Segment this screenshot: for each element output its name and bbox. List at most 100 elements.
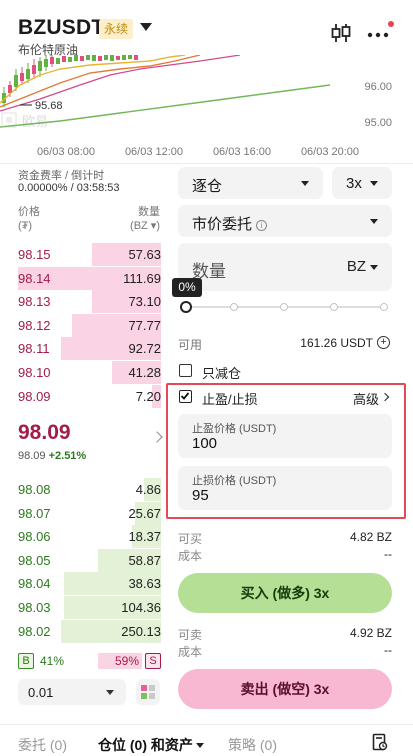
sell-badge: S: [145, 653, 161, 669]
ask-row[interactable]: 98.14 111.69: [18, 266, 161, 290]
slider-node[interactable]: [230, 303, 238, 311]
cost-label: 成本: [178, 645, 203, 659]
price-axis-label: 96.00: [364, 81, 392, 93]
price-axis-label: 95.00: [364, 117, 392, 129]
candlestick-chart-icon[interactable]: [330, 22, 352, 44]
slider-node[interactable]: [280, 303, 288, 311]
tpsl-label[interactable]: 止盈/止损: [202, 389, 258, 408]
ask-row[interactable]: 98.09 7.20: [18, 384, 161, 408]
price-chart[interactable]: 95.68 欧易 96.00 95.00 06/03 08:00 06/03 1…: [0, 55, 413, 163]
ask-quantity: 7.20: [135, 388, 161, 404]
slider-percent-tooltip: 0%: [172, 278, 202, 297]
bid-row[interactable]: 98.03 104.36: [18, 596, 161, 619]
funding-rate-value: 0.00000% / 03:58:53: [18, 182, 120, 194]
order-history-icon[interactable]: [372, 733, 388, 751]
divider: [0, 724, 413, 725]
tab-orders[interactable]: 委托 (0): [18, 735, 67, 755]
slider-node[interactable]: [380, 303, 388, 311]
bid-quantity: 25.67: [128, 505, 161, 521]
can-sell-value: 4.92 BZ: [349, 626, 392, 640]
advanced-link[interactable]: 高级: [353, 389, 379, 408]
available-value: 161.26 USDT: [300, 336, 373, 350]
buy-sell-ratio: B 41% 59% S: [18, 653, 161, 671]
price-change: +2.51%: [48, 450, 87, 462]
ask-row[interactable]: 98.11 92.72: [18, 337, 161, 361]
orderbook-layout-icon[interactable]: [136, 679, 160, 705]
cost-value: --: [384, 547, 392, 561]
caret-down-icon: [195, 743, 204, 748]
ask-price: 98.10: [18, 365, 51, 380]
time-axis-label: 06/03 20:00: [301, 146, 359, 158]
stop-loss-input[interactable]: 止损价格 (USDT) 95: [178, 466, 392, 510]
bid-row[interactable]: 98.02 250.13: [18, 619, 161, 643]
perpetual-badge: 永续: [99, 19, 134, 39]
bid-row[interactable]: 98.05 58.87: [18, 548, 161, 572]
stop-loss-value[interactable]: 95: [192, 487, 209, 504]
exchange-watermark: 欧易: [1, 112, 48, 129]
notification-dot: [388, 21, 394, 27]
quantity-unit-select[interactable]: BZ: [347, 258, 366, 275]
can-buy-label: 可买: [178, 532, 203, 546]
margin-mode-select[interactable]: 逐仓: [178, 167, 323, 199]
caret-down-icon: [106, 690, 114, 695]
ask-quantity: 73.10: [128, 294, 161, 310]
tpsl-checkbox[interactable]: [179, 390, 192, 403]
bid-price: 98.05: [18, 552, 51, 568]
add-funds-icon[interactable]: +: [377, 336, 390, 349]
ask-price: 98.12: [18, 317, 51, 333]
bid-price: 98.02: [18, 623, 51, 639]
order-type-select[interactable]: 市价委托 i: [178, 205, 392, 237]
divider: [0, 163, 413, 164]
reduce-only-label[interactable]: 只减仓: [202, 363, 241, 382]
order-type: 市价委托 i: [192, 213, 268, 234]
buy-ratio: 41%: [40, 654, 65, 668]
bid-row[interactable]: 98.04 38.63: [18, 572, 161, 596]
quantity-input[interactable]: 数量 BZ: [178, 243, 392, 291]
bid-price: 98.03: [18, 600, 51, 615]
mark-price-change: 98.09 +2.51%: [18, 450, 86, 462]
low-marker-label: 95.68: [35, 100, 63, 112]
ask-row[interactable]: 98.13 73.10: [18, 290, 161, 314]
last-price: 98.09: [18, 421, 71, 444]
bid-quantity: 250.13: [121, 623, 161, 639]
ask-row[interactable]: 98.15 57.63: [18, 243, 161, 266]
chevron-right-icon[interactable]: [151, 431, 163, 443]
buy-long-button[interactable]: 买入 (做多) 3x: [178, 573, 392, 613]
leverage-select[interactable]: 3x: [332, 167, 392, 199]
quantity-column-header[interactable]: 数量 (BZ ▾): [130, 205, 160, 233]
ask-quantity: 77.77: [128, 317, 161, 333]
bid-price: 98.08: [18, 482, 51, 497]
svg-text:欧易: 欧易: [22, 114, 48, 129]
tab-strategies[interactable]: 策略 (0): [228, 735, 277, 755]
ma-line-orange: [0, 55, 201, 108]
ask-price: 98.14: [18, 270, 51, 286]
cost-label: 成本: [178, 549, 203, 563]
bid-price: 98.06: [18, 529, 51, 545]
tab-positions-assets[interactable]: 仓位 (0) 和资产: [98, 735, 204, 755]
ask-row[interactable]: 98.10 41.28: [18, 361, 161, 384]
take-profit-label: 止盈价格 (USDT): [192, 423, 277, 435]
ask-quantity: 57.63: [128, 247, 161, 262]
available-label: 可用: [178, 338, 203, 352]
bid-row[interactable]: 98.06 18.37: [18, 525, 161, 549]
margin-mode: 逐仓: [192, 178, 223, 195]
precision-select[interactable]: 0.01: [18, 679, 126, 705]
bid-quantity: 4.86: [135, 482, 161, 497]
bid-row[interactable]: 98.08 4.86: [18, 478, 161, 501]
can-sell-label: 可卖: [178, 628, 203, 642]
reduce-only-checkbox[interactable]: [179, 364, 192, 377]
symbol-title[interactable]: BZUSDT: [18, 16, 104, 40]
price-column-header: 价格 (₮): [18, 206, 40, 232]
slider-node[interactable]: [330, 303, 338, 311]
symbol-dropdown-icon[interactable]: [140, 23, 152, 31]
bid-quantity: 38.63: [128, 576, 161, 592]
take-profit-input[interactable]: 止盈价格 (USDT) 100: [178, 414, 392, 458]
caret-down-icon: [370, 265, 378, 270]
ask-row[interactable]: 98.12 77.77: [18, 313, 161, 337]
take-profit-value[interactable]: 100: [192, 435, 217, 452]
slider-handle[interactable]: [180, 301, 192, 313]
bid-quantity: 58.87: [128, 552, 161, 568]
leverage: 3x: [346, 175, 362, 192]
sell-short-button[interactable]: 卖出 (做空) 3x: [178, 669, 392, 709]
bid-row[interactable]: 98.07 25.67: [18, 501, 161, 525]
